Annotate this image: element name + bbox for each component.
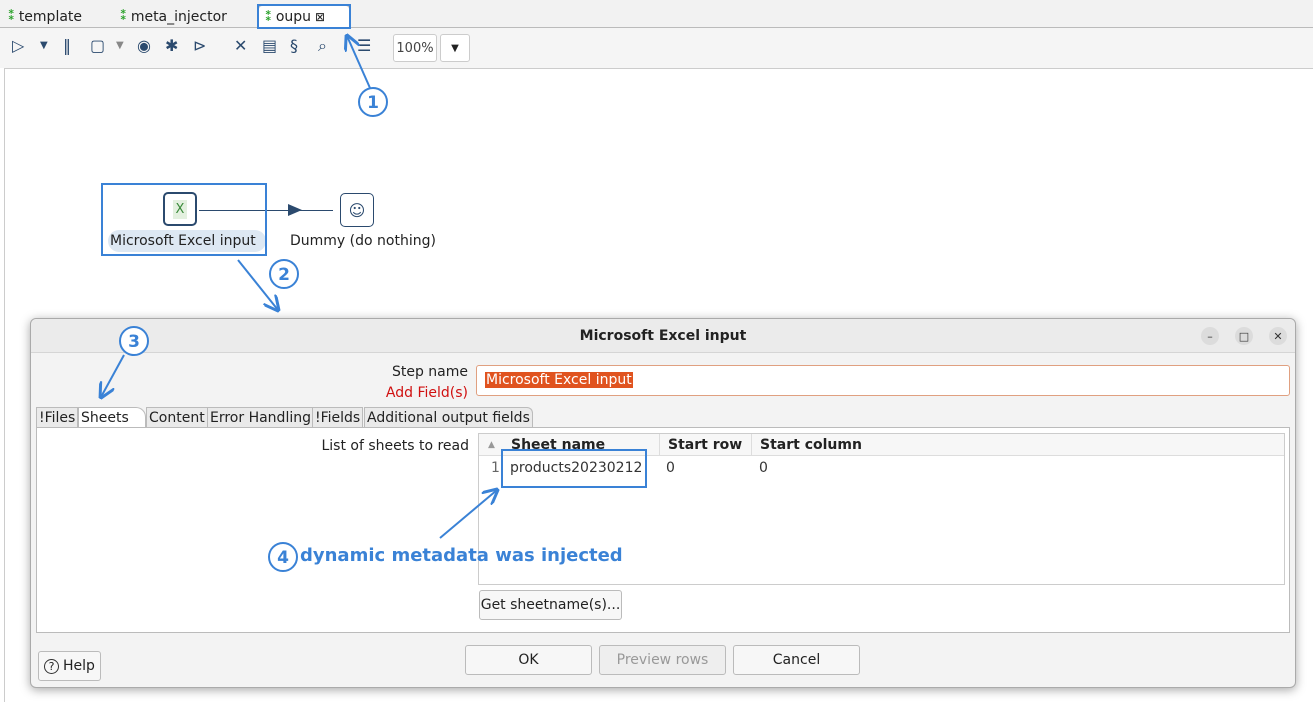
tab-content[interactable]: Content <box>146 407 208 428</box>
ok-button[interactable]: OK <box>465 645 592 675</box>
dropdown-icon[interactable]: ▼ <box>40 40 48 51</box>
row-number: 1 <box>491 460 500 476</box>
file-tab-bar: ⁑ template ⁑ meta_injector ⁑ oupu ⊠ <box>0 0 1313 28</box>
replay-icon[interactable]: ⊳ <box>193 36 206 55</box>
sheets-list-label: List of sheets to read <box>321 438 469 454</box>
sheets-table[interactable]: ▲ Sheet name Start row Start column 1 pr… <box>478 433 1285 585</box>
pause-icon[interactable]: ‖ <box>63 36 71 55</box>
transformation-icon: ⁑ <box>120 9 127 24</box>
tab-label: template <box>18 8 83 25</box>
zoom-dropdown-button[interactable]: ▼ <box>440 34 470 62</box>
transformation-icon: ⁑ <box>265 9 272 25</box>
dummy-step[interactable]: ☺ <box>340 193 374 227</box>
minimize-button[interactable]: – <box>1201 327 1219 345</box>
step-label: Dummy (do nothing) <box>290 233 436 249</box>
step-label: Microsoft Excel input <box>110 233 256 249</box>
start-row-cell[interactable]: 0 <box>666 460 675 476</box>
zoom-level-input[interactable]: 100% <box>393 34 437 62</box>
layout-icon[interactable]: ☰ <box>357 36 371 55</box>
stop-icon[interactable]: ▢ <box>90 36 105 55</box>
impact-icon[interactable]: ▤ <box>262 36 277 55</box>
tab-template[interactable]: ⁑ template <box>2 5 88 28</box>
close-button[interactable]: ✕ <box>1269 327 1287 345</box>
dialog-title: Microsoft Excel input <box>31 319 1295 353</box>
excel-input-dialog: Microsoft Excel input – □ ✕ Step name Ad… <box>30 318 1296 688</box>
add-fields-label: Add Field(s) <box>385 385 468 401</box>
tab-fields[interactable]: !Fields <box>312 407 364 428</box>
tab-meta-injector[interactable]: ⁑ meta_injector <box>114 5 233 28</box>
tab-sheets[interactable]: Sheets <box>78 407 146 428</box>
explore-db-icon[interactable]: ⌕ <box>318 36 327 56</box>
verify-icon[interactable]: ✕ <box>234 36 247 55</box>
excel-input-step[interactable]: X <box>163 192 197 226</box>
tab-oupu[interactable]: ⁑ oupu ⊠ <box>258 5 350 28</box>
cancel-button[interactable]: Cancel <box>733 645 860 675</box>
sheets-panel: List of sheets to read ▲ Sheet name Star… <box>36 427 1290 633</box>
debug-icon[interactable]: ✱ <box>165 36 178 55</box>
help-button[interactable]: ? Help <box>38 651 101 681</box>
tab-files[interactable]: !Files <box>36 407 79 428</box>
transformation-icon: ⁑ <box>8 9 15 24</box>
tab-error-handling[interactable]: Error Handling <box>207 407 314 428</box>
start-column-cell[interactable]: 0 <box>759 460 768 476</box>
sql-icon[interactable]: § <box>290 36 298 55</box>
help-label: Help <box>63 658 95 674</box>
column-header[interactable]: Sheet name <box>504 434 659 456</box>
dummy-head-icon: ☺ <box>348 200 366 220</box>
step-name-label: Step name <box>391 364 468 380</box>
preview-rows-button[interactable]: Preview rows <box>599 645 726 675</box>
dropdown-icon[interactable]: ▼ <box>116 40 124 51</box>
run-icon[interactable]: ▷ <box>12 36 24 55</box>
step-name-input[interactable]: Microsoft Excel input <box>476 365 1290 396</box>
column-header[interactable]: Start row <box>659 434 751 456</box>
maximize-button[interactable]: □ <box>1235 327 1253 345</box>
get-sheetnames-button[interactable]: Get sheetname(s)... <box>479 590 622 620</box>
column-header[interactable]: Start column <box>751 434 1284 456</box>
excel-file-icon: X <box>172 199 188 219</box>
sheet-name-cell[interactable]: products20230212 <box>510 460 642 476</box>
tab-label: oupu <box>275 9 312 25</box>
preview-icon[interactable]: ◉ <box>137 36 151 55</box>
close-icon[interactable]: ⊠ <box>315 10 325 24</box>
help-icon: ? <box>44 658 60 674</box>
hop-arrow-icon <box>288 204 302 216</box>
tab-additional-output-fields[interactable]: Additional output fields <box>364 407 533 428</box>
step-name-value: Microsoft Excel input <box>485 372 633 388</box>
hop-line[interactable] <box>199 210 333 211</box>
sort-icon[interactable]: ▲ <box>479 434 504 456</box>
toolbar: ▷ ▼ ‖ ▢ ▼ ◉ ✱ ⊳ ✕ ▤ § ⌕ ☰ <box>0 28 1313 68</box>
tab-label: meta_injector <box>130 8 227 25</box>
